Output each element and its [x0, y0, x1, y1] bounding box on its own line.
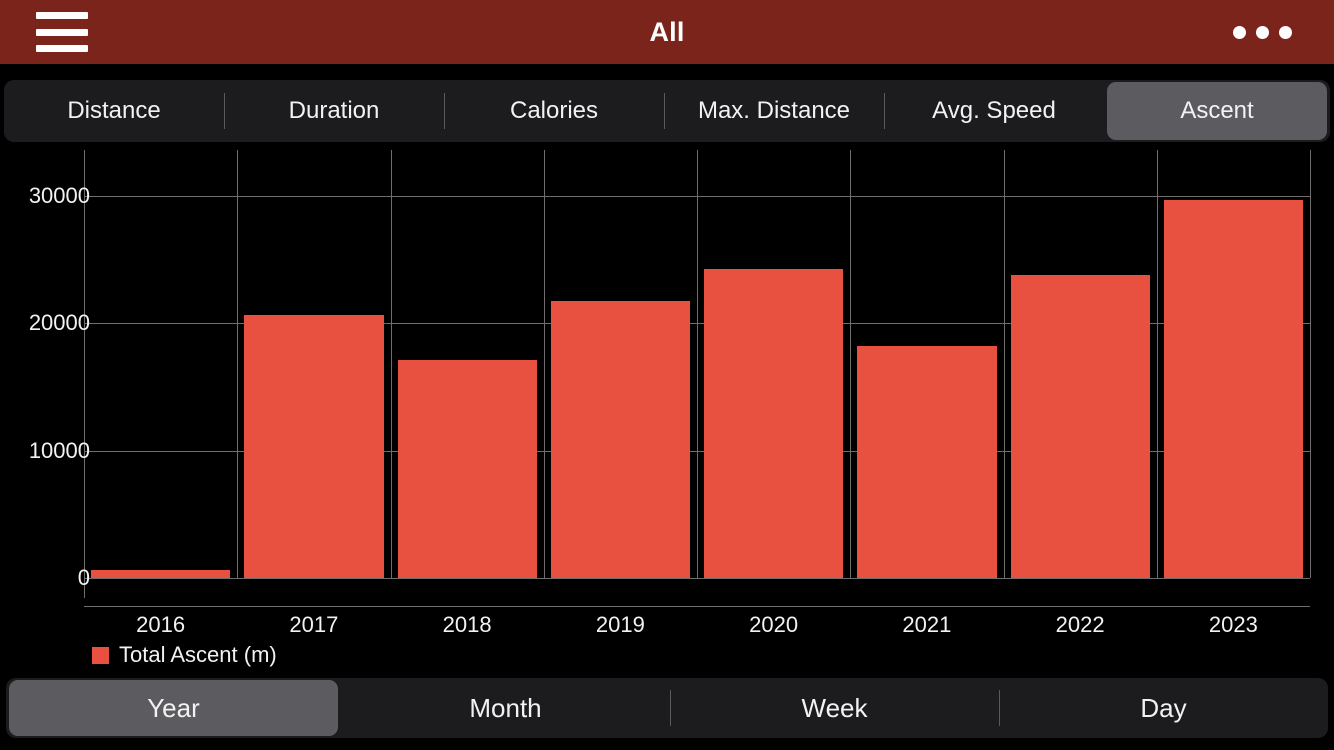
x-gridline	[1156, 150, 1158, 578]
metric-tab-bar: Distance Duration Calories Max. Distance…	[4, 80, 1330, 142]
x-gridline	[1310, 150, 1311, 578]
y-axis-tick-label: 30000	[28, 183, 90, 209]
tab-max-distance[interactable]: Max. Distance	[664, 80, 884, 142]
chart-bar[interactable]	[857, 346, 997, 578]
tab-duration[interactable]: Duration	[224, 80, 444, 142]
x-gridline	[850, 150, 852, 578]
period-tab-month[interactable]: Month	[341, 678, 670, 738]
x-axis-tick-label: 2023	[1208, 612, 1258, 637]
chart-bar[interactable]	[1163, 200, 1303, 578]
chart-bar[interactable]	[397, 360, 537, 578]
page-title: All	[649, 16, 685, 47]
x-axis-tick-label: 2017	[289, 612, 339, 637]
hamburger-bar	[36, 45, 88, 52]
app-bar: All	[0, 0, 1334, 64]
chart-bar[interactable]	[1010, 275, 1150, 578]
y-axis-tick-label: 0	[77, 565, 90, 590]
x-axis-tick-label: 2016	[136, 612, 186, 637]
y-gridline	[84, 578, 1310, 579]
chart-plot-area	[84, 150, 1311, 579]
period-tab-bar: Year Month Week Day	[6, 678, 1328, 738]
x-gridline	[390, 150, 392, 578]
chart-bar[interactable]	[244, 314, 384, 578]
x-axis-tick-label: 2020	[749, 612, 799, 637]
x-axis-tick-label: 2019	[595, 612, 645, 637]
chart-bar[interactable]	[550, 300, 690, 578]
legend-swatch-total-ascent	[92, 646, 109, 664]
tab-avg-speed[interactable]: Avg. Speed	[884, 80, 1104, 142]
dot	[1256, 25, 1269, 39]
chart-bar[interactable]	[91, 570, 231, 578]
tab-calories[interactable]: Calories	[444, 80, 664, 142]
x-axis-line	[84, 606, 1310, 607]
legend-label-total-ascent: Total Ascent (m)	[119, 642, 277, 667]
x-axis-tick-label: 2021	[902, 612, 952, 637]
hamburger-bar	[36, 12, 88, 19]
ascent-bar-chart: Total Ascent (m) 0 10000 20000 30000 2016 201…	[0, 150, 1334, 670]
period-tab-year[interactable]: Year	[9, 680, 338, 736]
x-gridline	[543, 150, 545, 578]
hamburger-icon[interactable]	[36, 12, 88, 52]
x-gridline	[1003, 150, 1005, 578]
tab-ascent[interactable]: Ascent	[1107, 82, 1327, 140]
x-gridline	[697, 150, 698, 578]
chart-legend: Total Ascent (m)	[92, 642, 277, 668]
period-tab-day[interactable]: Day	[999, 678, 1328, 738]
x-axis-tick-label: 2022	[1055, 612, 1105, 637]
more-options-icon[interactable]	[1233, 25, 1292, 39]
y-axis-tick-label: 10000	[28, 437, 90, 463]
dot	[1279, 25, 1292, 39]
y-axis-tick-label: 20000	[28, 310, 90, 336]
chart-bar[interactable]	[704, 268, 844, 578]
hamburger-bar	[36, 28, 88, 36]
dot	[1233, 25, 1246, 39]
tab-distance[interactable]: Distance	[4, 80, 224, 142]
x-axis-tick-label: 2018	[442, 612, 492, 637]
x-gridline	[237, 150, 239, 578]
period-tab-week[interactable]: Week	[670, 678, 999, 738]
